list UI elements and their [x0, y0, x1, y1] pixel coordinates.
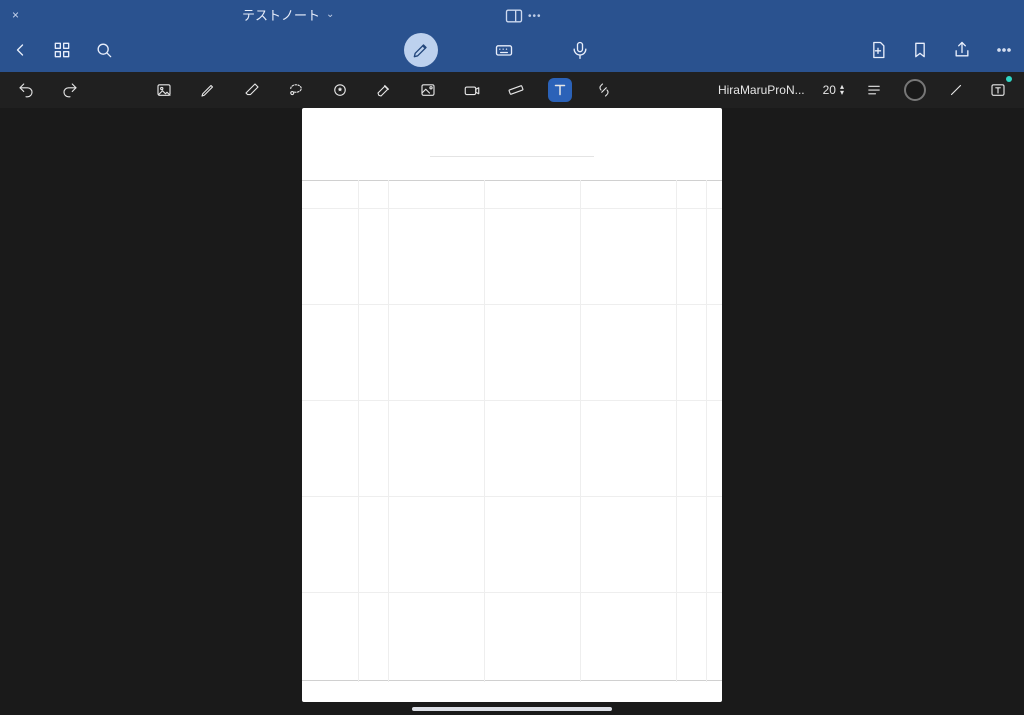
link-button[interactable] [592, 78, 616, 102]
chevron-down-icon: ⌄ [326, 9, 334, 20]
pen-button[interactable] [196, 78, 220, 102]
eraser-button[interactable] [240, 78, 264, 102]
font-size-stepper[interactable]: 20 ▴▾ [823, 83, 844, 97]
ellipsis-icon: ••• [528, 11, 542, 22]
photo-button[interactable] [416, 78, 440, 102]
keyboard-button[interactable] [494, 40, 514, 60]
tool-ribbon: HiraMaruProN... 20 ▴▾ [0, 72, 1024, 108]
more-button[interactable] [994, 40, 1014, 60]
split-view-icon [504, 6, 524, 26]
multitask-control[interactable]: ••• [504, 6, 542, 26]
stepper-icon: ▴▾ [840, 84, 844, 96]
app-root: × テストノート ⌄ ••• [0, 0, 1024, 715]
ruler-button[interactable] [504, 78, 528, 102]
undo-button[interactable] [14, 78, 38, 102]
lasso-button[interactable] [284, 78, 308, 102]
add-page-button[interactable] [868, 40, 888, 60]
font-name-selector[interactable]: HiraMaruProN... [718, 83, 805, 97]
bookmark-button[interactable] [910, 40, 930, 60]
text-button[interactable] [548, 78, 572, 102]
pen-mode-icon [411, 40, 431, 60]
ribbon-history [14, 78, 82, 102]
main-toolbar-left [10, 40, 150, 60]
shape-button[interactable] [328, 78, 352, 102]
page[interactable] [302, 108, 722, 702]
main-toolbar [0, 28, 1024, 72]
document-title-button[interactable]: テストノート ⌄ [242, 5, 334, 24]
header: × テストノート ⌄ ••• [0, 0, 1024, 72]
mic-button[interactable] [570, 40, 590, 60]
home-indicator[interactable] [412, 707, 612, 711]
main-toolbar-right [844, 40, 1014, 60]
highlighter-button[interactable] [372, 78, 396, 102]
document-title: テストノート [242, 5, 320, 24]
image-insert-button[interactable] [152, 78, 176, 102]
grid-button[interactable] [52, 40, 72, 60]
main-toolbar-center [150, 33, 844, 67]
redo-button[interactable] [58, 78, 82, 102]
pen-mode-button[interactable] [404, 33, 438, 67]
text-color-swatch[interactable] [904, 79, 926, 101]
badge-dot [1006, 76, 1012, 82]
close-button[interactable]: × [12, 8, 19, 22]
ribbon-text-options: HiraMaruProN... 20 ▴▾ [718, 78, 1010, 102]
textbox-button[interactable] [986, 78, 1010, 102]
ribbon-tools [152, 78, 616, 102]
line-tool-button[interactable] [944, 78, 968, 102]
align-button[interactable] [862, 78, 886, 102]
search-button[interactable] [94, 40, 114, 60]
back-button[interactable] [10, 40, 30, 60]
share-button[interactable] [952, 40, 972, 60]
font-size-value: 20 [823, 83, 836, 97]
page-template [302, 108, 722, 702]
titlebar: × テストノート ⌄ ••• [0, 0, 1024, 28]
camera-button[interactable] [460, 78, 484, 102]
canvas-area[interactable] [0, 108, 1024, 715]
